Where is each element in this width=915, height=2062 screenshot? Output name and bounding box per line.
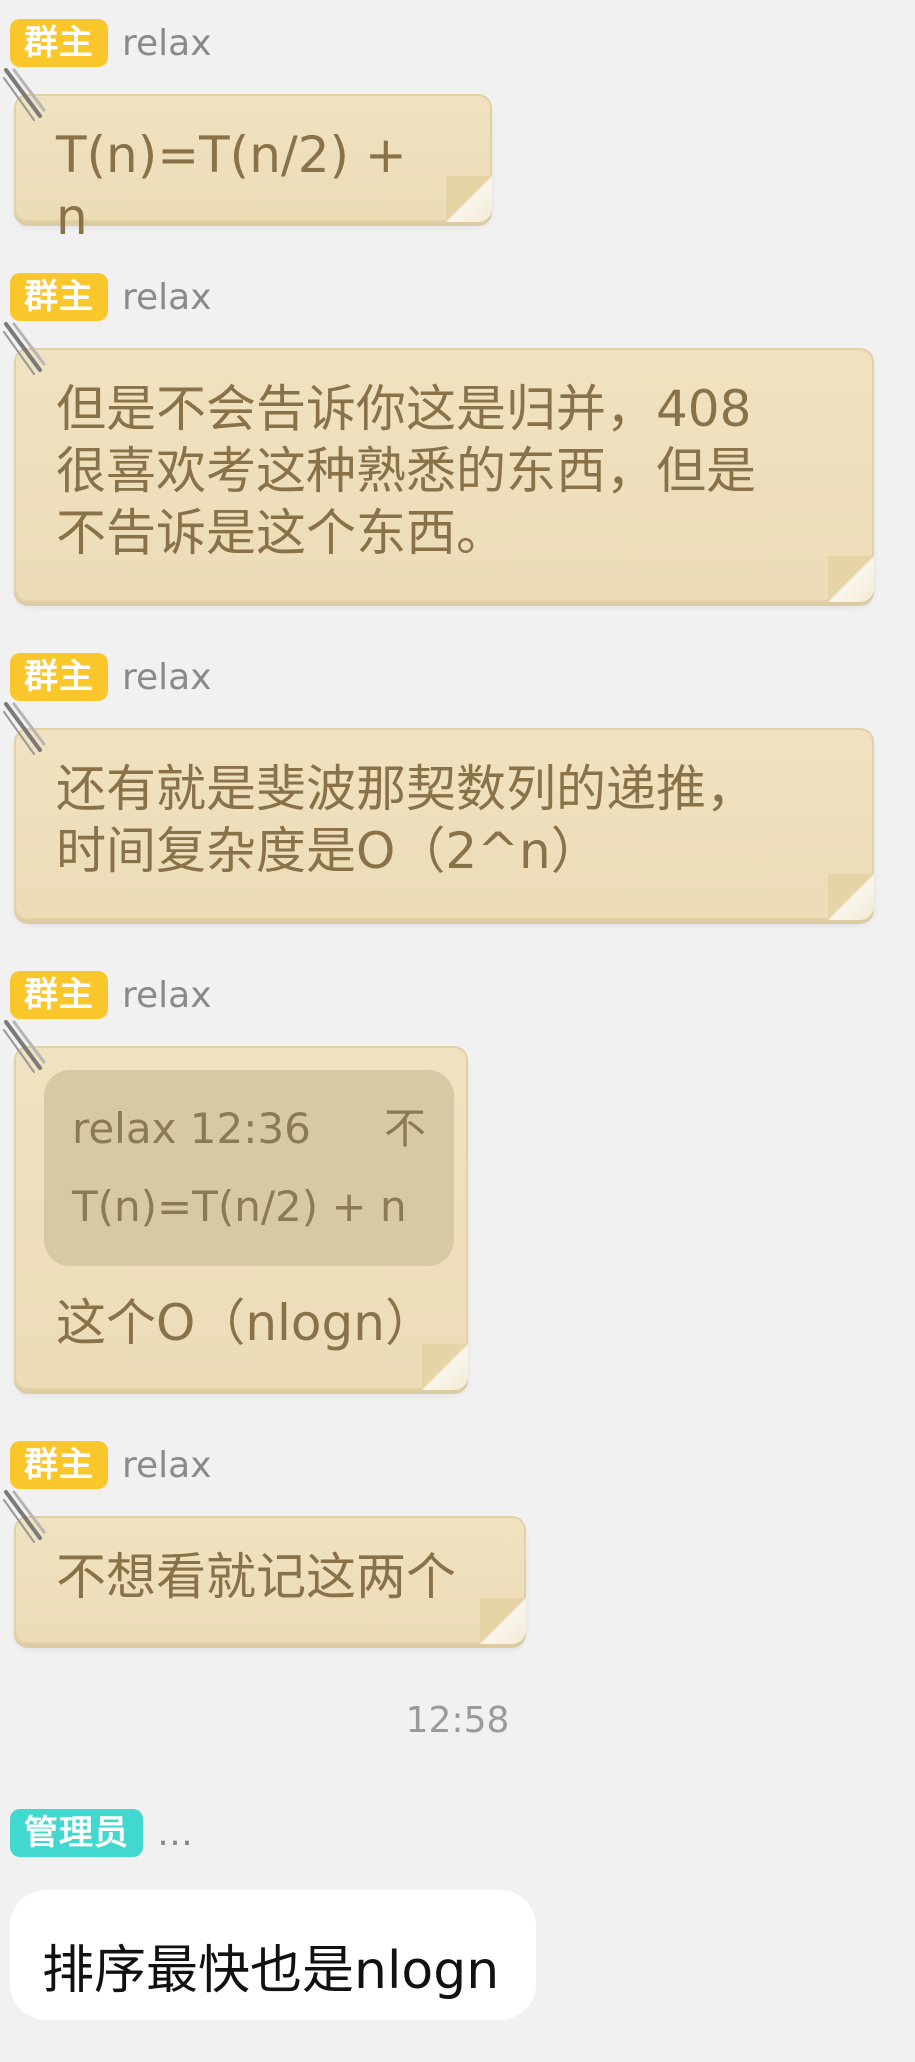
message-text: 这个O（nlogn） bbox=[56, 1294, 435, 1352]
paperclip-icon bbox=[2, 1490, 46, 1544]
owner-badge: 群主 bbox=[10, 653, 108, 701]
paperclip-icon bbox=[2, 322, 46, 376]
message-text-line: 但是不会告诉你这是归并，408 bbox=[56, 380, 752, 438]
message-text-line: 时间复杂度是O（2^n） bbox=[56, 822, 601, 880]
owner-badge: 群主 bbox=[10, 273, 108, 321]
paperclip-icon bbox=[2, 1020, 46, 1074]
sender-name[interactable]: relax bbox=[122, 277, 212, 318]
paperclip-icon bbox=[2, 68, 46, 122]
sender-name[interactable]: relax bbox=[122, 657, 212, 698]
message-bubble[interactable]: relax 12:36 不 T(n)=T(n/2) + n 这个O（nlogn） bbox=[2, 1020, 468, 1390]
message-text: 不想看就记这两个 bbox=[56, 1548, 456, 1606]
message-header: 群主 relax bbox=[10, 652, 212, 702]
quoted-message[interactable]: relax 12:36 不 T(n)=T(n/2) + n bbox=[44, 1070, 454, 1266]
message-header: 群主 relax bbox=[10, 18, 212, 68]
message-header: 群主 relax bbox=[10, 970, 212, 1020]
quote-jump-icon[interactable]: 不 bbox=[384, 1090, 426, 1168]
page-curl-decoration bbox=[422, 1344, 468, 1390]
owner-badge: 群主 bbox=[10, 1441, 108, 1489]
time-separator: 12:58 bbox=[405, 1700, 510, 1741]
message-bubble[interactable]: 不想看就记这两个 bbox=[2, 1490, 526, 1644]
owner-badge: 群主 bbox=[10, 19, 108, 67]
message-text-line: 不告诉是这个东西。 bbox=[56, 504, 506, 562]
page-curl-decoration bbox=[480, 1598, 526, 1644]
message-text-line: 很喜欢考这种熟悉的东西，但是 bbox=[56, 442, 756, 500]
sender-name[interactable]: relax bbox=[122, 23, 212, 64]
message-header: 管理员 … bbox=[10, 1808, 193, 1858]
admin-badge: 管理员 bbox=[10, 1809, 143, 1857]
owner-badge: 群主 bbox=[10, 971, 108, 1019]
sender-name[interactable]: … bbox=[157, 1813, 193, 1854]
page-curl-decoration bbox=[828, 874, 874, 920]
paperclip-icon bbox=[2, 702, 46, 756]
message-text: T(n)=T(n/2) + n bbox=[56, 126, 407, 246]
page-curl-decoration bbox=[828, 556, 874, 602]
message-text: 排序最快也是nlogn bbox=[42, 1941, 500, 2001]
message-header: 群主 relax bbox=[10, 1440, 212, 1490]
sender-name[interactable]: relax bbox=[122, 975, 212, 1016]
sender-name[interactable]: relax bbox=[122, 1445, 212, 1486]
message-text-line: 还有就是斐波那契数列的递推， bbox=[56, 760, 756, 818]
message-bubble[interactable]: 排序最快也是nlogn bbox=[10, 1890, 536, 2020]
message-header: 群主 relax bbox=[10, 272, 212, 322]
message-bubble[interactable]: 还有就是斐波那契数列的递推， 时间复杂度是O（2^n） bbox=[2, 702, 874, 920]
quote-text: T(n)=T(n/2) + n bbox=[72, 1182, 407, 1231]
page-curl-decoration bbox=[446, 176, 492, 222]
message-bubble[interactable]: T(n)=T(n/2) + n bbox=[2, 68, 492, 246]
quote-author-time: relax 12:36 bbox=[72, 1104, 311, 1153]
message-bubble[interactable]: 但是不会告诉你这是归并，408 很喜欢考这种熟悉的东西，但是 不告诉是这个东西。 bbox=[2, 322, 874, 602]
